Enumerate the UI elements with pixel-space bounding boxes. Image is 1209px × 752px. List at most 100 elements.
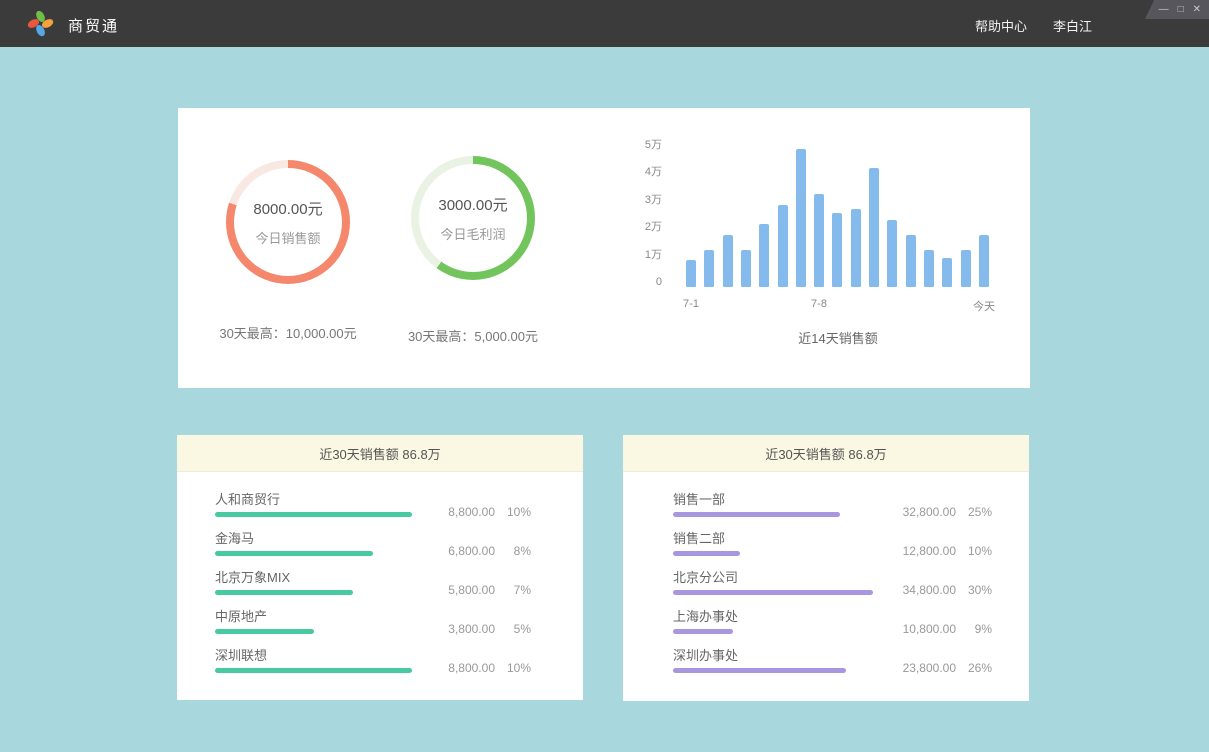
rank-item-value: 10,800.00 — [884, 622, 956, 636]
list-item: 销售一部32,800.0025% — [623, 489, 1029, 528]
sales-14day-chart: 5万4万3万2万1万0 7-17-8今天 近14天销售额 — [638, 138, 1030, 348]
rank-item-bar — [215, 590, 353, 595]
rank-item-value: 32,800.00 — [884, 505, 956, 519]
rank-item-label: 中原地产 — [215, 606, 267, 625]
sales-bar — [759, 224, 769, 287]
rank-item-bar — [673, 551, 740, 556]
rank-item-percent: 7% — [495, 583, 531, 597]
rank-item-percent: 8% — [495, 544, 531, 558]
list-item: 金海马 6,800.008% — [177, 528, 583, 567]
x-tick-label: 7-1 — [661, 298, 721, 310]
rank-item-value: 23,800.00 — [884, 661, 956, 675]
y-tick-label: 0 — [638, 275, 662, 289]
list-item: 人和商贸行8,800.0010% — [177, 489, 583, 528]
sales-bar — [796, 149, 806, 287]
rank-item-value: 12,800.00 — [884, 544, 956, 558]
rank-item-numbers: 32,800.0025% — [884, 505, 992, 519]
rank-item-numbers: 12,800.0010% — [884, 544, 992, 558]
gauge-center: 8000.00元 今日销售额 — [234, 168, 342, 276]
y-tick-label: 5万 — [638, 138, 662, 152]
x-tick-label: 7-8 — [789, 298, 849, 310]
today-profit-value: 3000.00元 — [438, 194, 507, 215]
rank-item-numbers: 23,800.0026% — [884, 661, 992, 675]
sales-bar — [869, 168, 879, 287]
rank-item-label: 深圳办事处 — [673, 645, 738, 664]
y-axis: 5万4万3万2万1万0 — [638, 138, 662, 298]
rank-item-value: 8,800.00 — [423, 505, 495, 519]
pinwheel-logo-icon — [26, 9, 55, 38]
rank-item-numbers: 8,800.0010% — [423, 505, 531, 519]
rank-item-bar — [673, 512, 840, 517]
sales-bar — [851, 209, 861, 287]
rank-list: 人和商贸行8,800.0010%金海马 6,800.008% 北京万象MIX 5,80… — [177, 472, 583, 684]
sales-bar — [906, 235, 916, 287]
today-sales-value: 8000.00元 — [253, 198, 322, 219]
rank-card-title: 近30天销售额 86.8万 — [177, 435, 583, 472]
app-title: 商贸通 — [68, 15, 119, 36]
rank-item-percent: 30% — [956, 583, 992, 597]
rank-item-label: 销售二部 — [673, 528, 725, 547]
sales-bar — [686, 260, 696, 287]
rank-item-label: 北京万象MIX — [215, 567, 290, 586]
rank-item-value: 8,800.00 — [423, 661, 495, 675]
rank-item-label: 北京分公司 — [673, 567, 738, 586]
today-sales-gauge: 8000.00元 今日销售额 — [226, 160, 350, 284]
list-item: 上海办事处 10,800.009% — [623, 606, 1029, 645]
rank-item-percent: 10% — [956, 544, 992, 558]
sales-bar — [942, 258, 952, 287]
sales-bar — [979, 235, 989, 287]
rank-item-numbers: 8,800.0010% — [423, 661, 531, 675]
rank-item-bar — [673, 590, 873, 595]
rank-item-bar — [215, 551, 373, 556]
sales-bar — [832, 213, 842, 287]
rank-item-bar — [215, 668, 412, 673]
gauge-center: 3000.00元 今日毛利润 — [419, 164, 527, 272]
close-icon[interactable]: ✕ — [1193, 5, 1201, 15]
rank-item-percent: 25% — [956, 505, 992, 519]
rank-item-bar — [673, 629, 733, 634]
sales-bar — [887, 220, 897, 287]
sales-bar — [704, 250, 714, 287]
sales-bar — [723, 235, 733, 287]
x-axis: 7-17-8今天 — [638, 298, 1030, 314]
rank-item-label: 上海办事处 — [673, 606, 738, 625]
maximize-icon[interactable]: □ — [1178, 5, 1184, 15]
rank-item-numbers: 34,800.0030% — [884, 583, 992, 597]
rank-item-percent: 9% — [956, 622, 992, 636]
sales-bar — [924, 250, 934, 287]
list-item: 中原地产 3,800.005% — [177, 606, 583, 645]
minimize-icon[interactable]: — — [1159, 5, 1169, 15]
sales-bar — [778, 205, 788, 287]
customer-sales-rank-card: 近30天销售额 86.8万 人和商贸行8,800.0010%金海马 6,800.0… — [177, 435, 583, 700]
rank-item-percent: 10% — [495, 505, 531, 519]
list-item: 深圳联想8,800.0010% — [177, 645, 583, 684]
help-center-link[interactable]: 帮助中心 — [975, 16, 1027, 35]
rank-item-bar — [673, 668, 846, 673]
y-tick-label: 1万 — [638, 248, 662, 262]
rank-item-bar — [215, 512, 412, 517]
rank-item-numbers: 6,800.008% — [423, 544, 531, 558]
titlebar-menu: 帮助中心 李白江 — [975, 16, 1092, 35]
sales-bar — [961, 250, 971, 287]
rank-item-value: 3,800.00 — [423, 622, 495, 636]
list-item: 北京万象MIX 5,800.007% — [177, 567, 583, 606]
rank-item-numbers: 5,800.007% — [423, 583, 531, 597]
rank-item-bar — [215, 629, 314, 634]
user-name-link[interactable]: 李白江 — [1053, 16, 1092, 35]
rank-item-label: 金海马 — [215, 528, 254, 547]
y-tick-label: 4万 — [638, 165, 662, 179]
list-item: 销售二部 12,800.0010% — [623, 528, 1029, 567]
titlebar: 商贸通 帮助中心 李白江 — □ ✕ — [0, 0, 1209, 47]
list-item: 深圳办事处 23,800.0026% — [623, 645, 1029, 684]
rank-item-percent: 5% — [495, 622, 531, 636]
sales-bar — [741, 250, 751, 287]
rank-item-numbers: 3,800.005% — [423, 622, 531, 636]
today-sales-caption: 今日销售额 — [255, 228, 320, 247]
window-controls: — □ ✕ — [1145, 0, 1209, 19]
rank-item-percent: 10% — [495, 661, 531, 675]
profit-30day-max: 30天最高：5,000.00元 — [358, 326, 588, 345]
rank-item-value: 5,800.00 — [423, 583, 495, 597]
rank-item-numbers: 10,800.009% — [884, 622, 992, 636]
rank-item-value: 34,800.00 — [884, 583, 956, 597]
list-item: 北京分公司 34,800.0030% — [623, 567, 1029, 606]
